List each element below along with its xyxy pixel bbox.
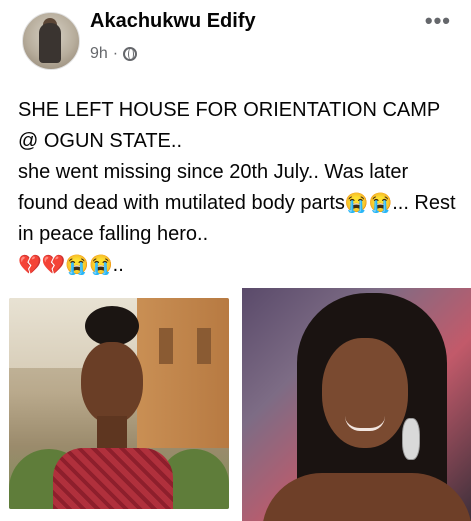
post-text-line-3-suffix: .. <box>112 254 124 276</box>
post-header: Akachukwu Edify 9h · ••• <box>0 0 471 80</box>
photo-left-window <box>159 328 173 364</box>
photo-grid <box>0 288 471 521</box>
photo-left-building <box>137 298 229 448</box>
more-options-icon[interactable]: ••• <box>425 8 451 34</box>
crying-emoji-icon: 😭😭 <box>344 193 393 214</box>
photo-right-face <box>322 338 408 448</box>
broken-heart-emoji-icon: 💔💔😭😭 <box>18 255 113 276</box>
post-text-line-1: SHE LEFT HOUSE FOR ORIENTATION CAMP @ OG… <box>18 99 440 152</box>
post-meta: 9h · <box>90 45 138 63</box>
photo-left-window <box>197 328 211 364</box>
author-name[interactable]: Akachukwu Edify <box>90 10 256 33</box>
photo-right-shoulder <box>262 473 471 521</box>
photo-left[interactable] <box>9 298 229 509</box>
photo-left-person-dress <box>53 448 173 509</box>
post-text: SHE LEFT HOUSE FOR ORIENTATION CAMP @ OG… <box>18 95 458 281</box>
post-time[interactable]: 9h <box>90 45 108 63</box>
post-text-line-2: she went missing since 20th July.. Was l… <box>18 157 458 250</box>
photo-left-person-face <box>81 342 143 424</box>
photo-right[interactable] <box>242 288 471 521</box>
avatar-figure-shape <box>39 23 61 63</box>
meta-separator: · <box>112 45 119 62</box>
photo-right-earring <box>402 418 420 460</box>
post-text-line-3: 💔💔😭😭.. <box>18 250 458 281</box>
photo-left-person-hair <box>85 306 139 346</box>
globe-icon <box>123 47 138 61</box>
avatar[interactable] <box>22 12 80 70</box>
